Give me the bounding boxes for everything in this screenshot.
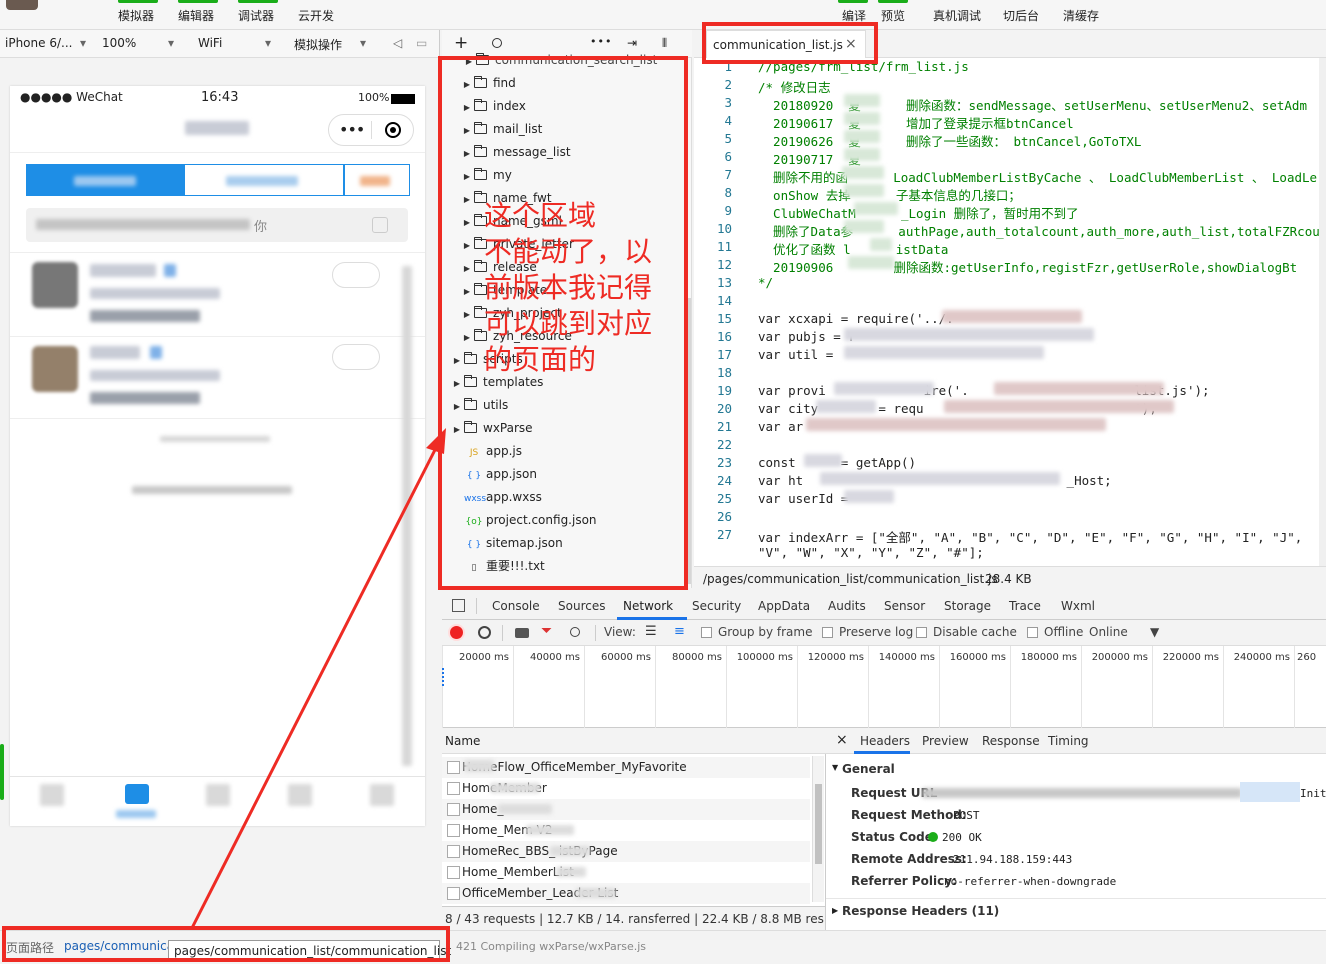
annotation-arrow xyxy=(190,428,446,929)
annotation-text: 这个区域 不能动了，以 前版本我记得 可以跳到对应 的页面的 xyxy=(484,199,653,376)
